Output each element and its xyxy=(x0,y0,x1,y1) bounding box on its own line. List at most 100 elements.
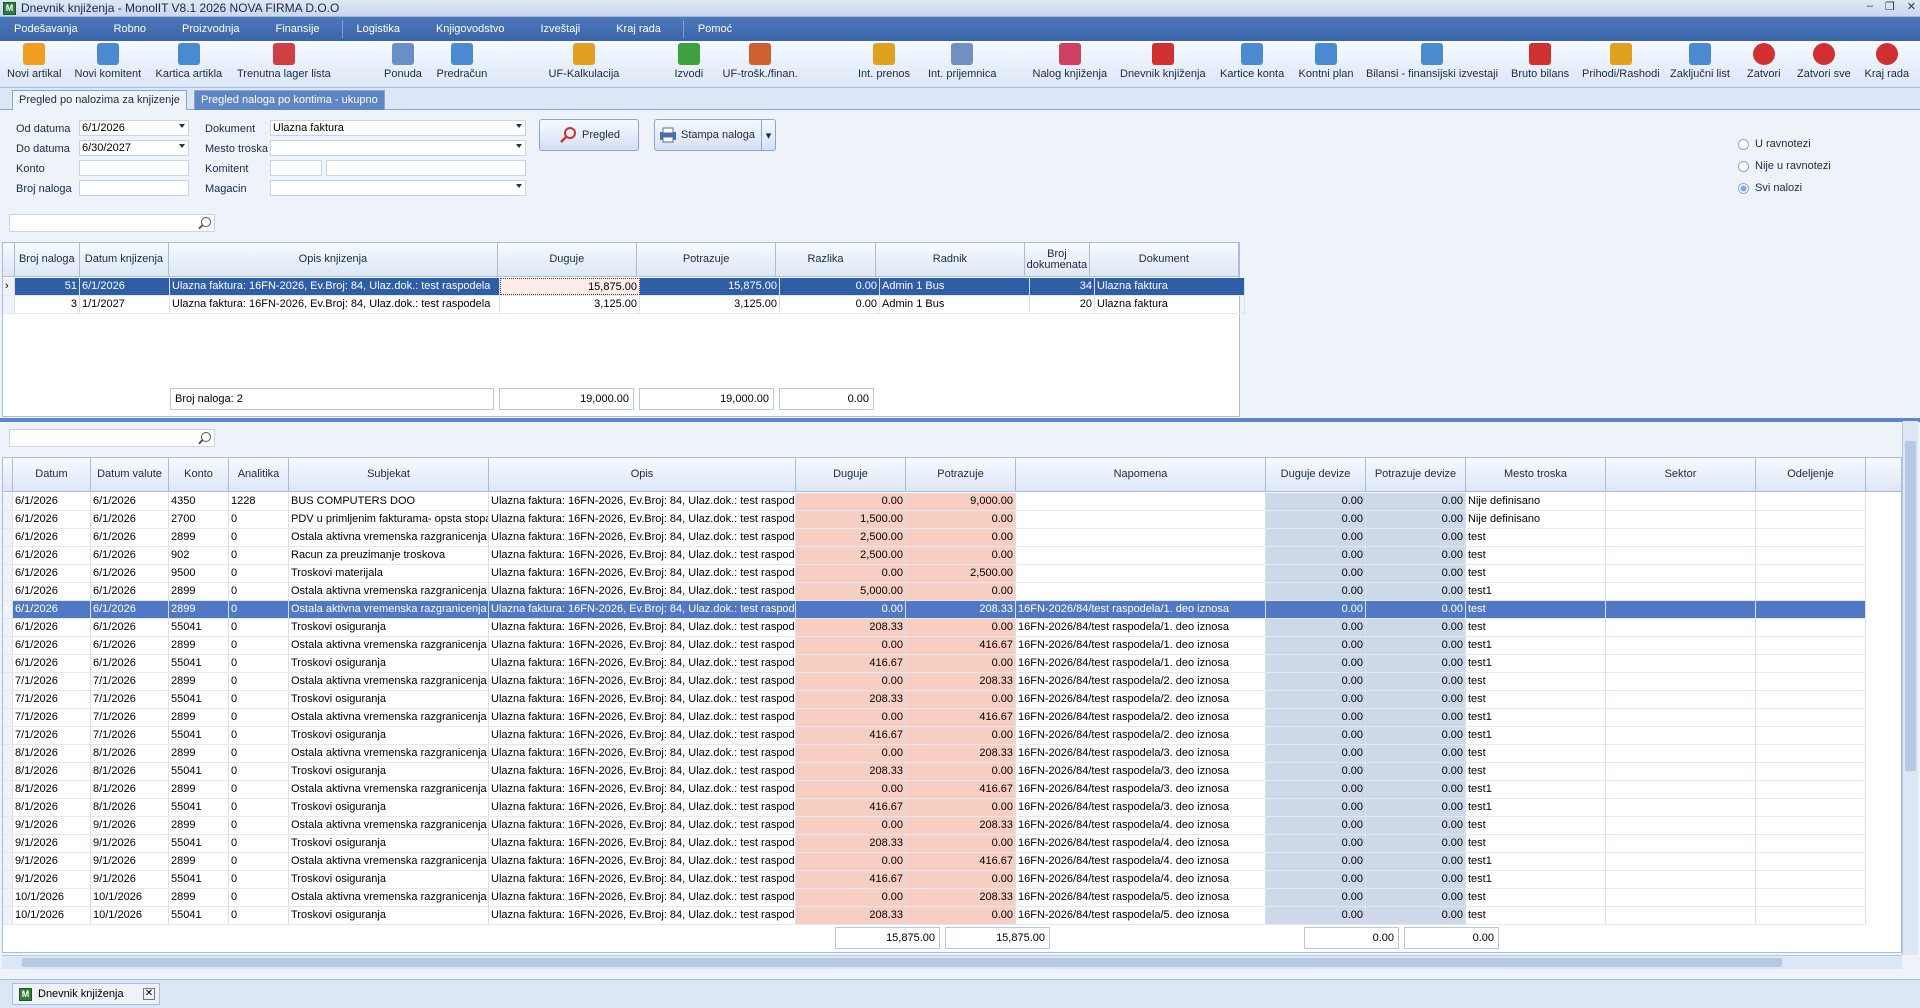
details-header-8[interactable]: Napomena xyxy=(1016,458,1266,491)
toolbar-button-7[interactable]: Izvodi xyxy=(675,43,703,80)
table-row[interactable]: 6/1/2026 6/1/2026 2899 0 Ostala aktivna vrem… xyxy=(3,637,1866,655)
dropdown-arrow-icon[interactable] xyxy=(516,124,522,128)
details-header-0[interactable]: Datum xyxy=(13,458,91,491)
toolbar-button-9[interactable]: Int. prenos xyxy=(858,43,910,80)
toolbar-button-3[interactable]: Trenutna lager lista xyxy=(237,43,331,80)
table-row[interactable]: 6/1/2026 6/1/2026 55041 0 Troskovi osiguranj… xyxy=(3,655,1866,673)
toolbar-button-10[interactable]: Int. prijemnica xyxy=(928,43,996,80)
toolbar-button-16[interactable]: Bruto bilans xyxy=(1511,43,1569,80)
toolbar-button-5[interactable]: Predračun xyxy=(437,43,487,80)
orders-header-4[interactable]: Potrazuje xyxy=(637,243,777,276)
orders-header-7[interactable]: Broj dokumenata xyxy=(1025,243,1090,276)
table-row[interactable]: 8/1/2026 8/1/2026 2899 0 Ostala aktivna vrem… xyxy=(3,745,1866,763)
splitter[interactable] xyxy=(0,418,1920,422)
restore-icon[interactable]: ❐ xyxy=(1885,0,1895,13)
minimize-icon[interactable]: – xyxy=(1867,0,1873,13)
table-row[interactable]: 6/1/2026 6/1/2026 2899 0 Ostala aktivna vrem… xyxy=(3,529,1866,547)
table-row[interactable]: 6/1/2026 6/1/2026 4350 1228 BUS COMPUTERS DO… xyxy=(3,493,1866,511)
details-header-7[interactable]: Potrazuje xyxy=(906,458,1016,491)
table-row[interactable]: 7/1/2026 7/1/2026 2899 0 Ostala aktivna vrem… xyxy=(3,673,1866,691)
table-row[interactable]: 10/1/2026 10/1/2026 55041 0 Troskovi osigura… xyxy=(3,907,1866,925)
dropdown-arrow-icon[interactable] xyxy=(516,144,522,148)
toolbar-button-15[interactable]: Bilansi - finansijski izvestaji xyxy=(1366,43,1498,80)
orders-header-1[interactable]: Datum knjizenja xyxy=(80,243,170,276)
table-row[interactable]: 6/1/2026 6/1/2026 2700 0 PDV u primljenim fa… xyxy=(3,511,1866,529)
orders-search-input[interactable] xyxy=(9,214,215,232)
table-row[interactable]: 8/1/2026 8/1/2026 55041 0 Troskovi osiguranj… xyxy=(3,763,1866,781)
document-tab[interactable]: M Dnevnik knjiženja ✕ xyxy=(12,983,160,1005)
toolbar-button-14[interactable]: Kontni plan xyxy=(1299,43,1354,80)
menu-item-2[interactable]: Proizvodnja xyxy=(182,23,239,35)
pregled-button[interactable]: Pregled xyxy=(539,119,639,151)
toolbar-button-6[interactable]: UF-Kalkulacija xyxy=(549,43,619,80)
orders-header-5[interactable]: Razlika xyxy=(776,243,876,276)
od-datuma-field[interactable]: 6/1/2026 xyxy=(79,120,189,136)
toolbar-button-0[interactable]: Novi artikal xyxy=(7,43,61,80)
table-row[interactable]: 9/1/2026 9/1/2026 2899 0 Ostala aktivna vrem… xyxy=(3,853,1866,871)
menu-item-8[interactable]: Pomoć xyxy=(698,23,732,35)
table-row[interactable]: 3 1/1/2027 Ulazna faktura: 16FN-2026, Ev.B… xyxy=(3,296,1245,314)
table-row[interactable]: › 6/1/2026 6/1/2026 2899 0 Ostala aktivna vre… xyxy=(3,601,1866,619)
orders-header-6[interactable]: Radnik xyxy=(876,243,1026,276)
menu-item-1[interactable]: Robno xyxy=(114,23,146,35)
orders-header-2[interactable]: Opis knjizenja xyxy=(169,243,498,276)
radio-u-ravnotezi[interactable]: U ravnotezi xyxy=(1738,138,1811,150)
table-row[interactable]: 7/1/2026 7/1/2026 2899 0 Ostala aktivna vrem… xyxy=(3,709,1866,727)
details-header-13[interactable]: Odeljenje xyxy=(1756,458,1866,491)
details-header-12[interactable]: Sektor xyxy=(1606,458,1756,491)
orders-header-0[interactable]: Broj naloga xyxy=(15,243,80,276)
toolbar-button-13[interactable]: Kartice konta xyxy=(1220,43,1284,80)
dokument-select[interactable]: Ulazna faktura xyxy=(270,120,526,136)
close-tab-icon[interactable]: ✕ xyxy=(143,988,155,1000)
menu-item-4[interactable]: Logistika xyxy=(357,23,400,35)
toolbar-button-19[interactable]: Zatvori xyxy=(1747,43,1781,80)
mesto-troska-select[interactable] xyxy=(270,140,526,156)
dropdown-arrow-icon[interactable] xyxy=(179,144,185,148)
radio-svi-nalozi[interactable]: Svi nalozi xyxy=(1738,182,1802,194)
toolbar-button-21[interactable]: Kraj rada xyxy=(1865,43,1909,80)
menu-item-3[interactable]: Finansije xyxy=(276,23,320,35)
scrollbar-thumb[interactable] xyxy=(22,958,1782,967)
vertical-scrollbar[interactable] xyxy=(1902,421,1918,955)
details-header-4[interactable]: Subjekat xyxy=(289,458,489,491)
menu-item-0[interactable]: Podešavanja xyxy=(14,23,78,35)
dropdown-arrow-icon[interactable] xyxy=(179,124,185,128)
horizontal-scrollbar[interactable] xyxy=(2,955,1902,969)
komitent-name-field[interactable] xyxy=(326,160,526,176)
tab-pregled-po-nalozima[interactable]: Pregled po nalozima za knjizenje xyxy=(12,90,187,110)
details-header-10[interactable]: Potrazuje devize xyxy=(1366,458,1466,491)
details-header-5[interactable]: Opis xyxy=(489,458,796,491)
table-row[interactable]: 6/1/2026 6/1/2026 902 0 Racun za preuzimanje… xyxy=(3,547,1866,565)
table-row[interactable]: 6/1/2026 6/1/2026 2899 0 Ostala aktivna vrem… xyxy=(3,583,1866,601)
dropdown-arrow-icon[interactable] xyxy=(516,184,522,188)
details-header-2[interactable]: Konto xyxy=(169,458,229,491)
menu-item-6[interactable]: Izveštaji xyxy=(540,23,580,35)
magacin-select[interactable] xyxy=(270,180,526,196)
table-row[interactable]: 8/1/2026 8/1/2026 55041 0 Troskovi osiguranj… xyxy=(3,799,1866,817)
stampa-naloga-button[interactable]: Stampa naloga ▾ xyxy=(654,119,776,151)
details-header-6[interactable]: Duguje xyxy=(796,458,906,491)
table-row[interactable]: 6/1/2026 6/1/2026 9500 0 Troskovi materijala… xyxy=(3,565,1866,583)
details-header-9[interactable]: Duguje devize xyxy=(1266,458,1366,491)
orders-header-8[interactable]: Dokument xyxy=(1090,243,1240,276)
radio-nije-u-ravnotezi[interactable]: Nije u ravnotezi xyxy=(1738,160,1831,172)
search-icon[interactable] xyxy=(201,217,211,227)
toolbar-button-12[interactable]: Dnevnik knjiženja xyxy=(1120,43,1206,80)
toolbar-button-11[interactable]: Nalog knjiženja xyxy=(1033,43,1107,80)
details-header-1[interactable]: Datum valute xyxy=(91,458,169,491)
details-header-3[interactable]: Analitika xyxy=(229,458,289,491)
search-icon[interactable] xyxy=(201,432,211,442)
toolbar-button-2[interactable]: Kartica artikla xyxy=(156,43,222,80)
do-datuma-field[interactable]: 6/30/2027 xyxy=(79,140,189,156)
orders-header-3[interactable]: Duguje xyxy=(498,243,637,276)
toolbar-button-18[interactable]: Zaključni list xyxy=(1670,43,1730,80)
toolbar-button-20[interactable]: Zatvori sve xyxy=(1797,43,1851,80)
table-row[interactable]: 9/1/2026 9/1/2026 2899 0 Ostala aktivna vrem… xyxy=(3,817,1866,835)
menu-item-7[interactable]: Kraj rada xyxy=(616,23,661,35)
table-row[interactable]: 8/1/2026 8/1/2026 2899 0 Ostala aktivna vrem… xyxy=(3,781,1866,799)
scrollbar-thumb[interactable] xyxy=(1905,441,1916,771)
stampa-dropdown-icon[interactable]: ▾ xyxy=(761,120,775,150)
toolbar-button-8[interactable]: UF-trošk./finan. xyxy=(723,43,798,80)
close-icon[interactable]: ✕ xyxy=(1907,0,1916,13)
details-search-input[interactable] xyxy=(9,429,215,447)
